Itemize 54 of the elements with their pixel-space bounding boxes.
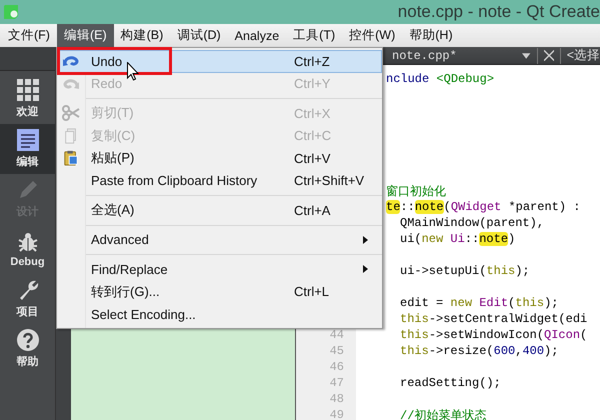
close-icon[interactable] xyxy=(544,50,554,61)
bug-icon xyxy=(16,230,38,252)
submenu-arrow-icon xyxy=(363,265,368,274)
line-number: 45 xyxy=(330,344,344,358)
menu-item[interactable]: Paste from Clipboard History Ctrl+Shift+V xyxy=(57,170,382,192)
code-line: ui(new Ui::note) xyxy=(400,232,516,246)
mode-button[interactable]: 欢迎 xyxy=(0,74,55,124)
code-line: nclude <QDebug> xyxy=(386,72,494,86)
menu-item[interactable]: Select Encoding... xyxy=(57,303,382,326)
line-number: 46 xyxy=(330,360,344,374)
mode-button[interactable]: 项目 xyxy=(0,274,55,324)
menu-item[interactable]: Advanced xyxy=(57,228,382,251)
document-tab[interactable]: note.cpp* xyxy=(392,48,522,62)
symbol-selector[interactable]: <选择 xyxy=(566,47,600,64)
menu-item[interactable]: Find/Replace xyxy=(57,258,382,280)
menu-bar-item[interactable]: 工具(T) xyxy=(286,24,342,47)
code-line: //初始菜单状态 xyxy=(400,408,486,420)
menu-item[interactable]: Undo Ctrl+Z xyxy=(57,50,382,72)
code-line: this->resize(600,400); xyxy=(400,344,558,358)
mouse-cursor-icon xyxy=(127,62,139,81)
mode-button[interactable]: Debug xyxy=(0,224,55,274)
code-line: ui->setupUi(this); xyxy=(400,264,530,278)
menu-bar-item[interactable]: 构建(B) xyxy=(114,24,170,47)
menu-bar-item[interactable]: 调试(D) xyxy=(170,24,228,47)
code-line: QMainWindow(parent), xyxy=(400,216,544,230)
mode-button[interactable]: 编辑 xyxy=(0,124,55,174)
app-logo-icon xyxy=(3,4,19,20)
code-line: te::note(QWidget *parent) : xyxy=(386,200,580,214)
code-line: readSetting(); xyxy=(400,376,501,390)
line-number: 49 xyxy=(330,408,344,420)
code-line: this->setWindowIcon(QIcon( xyxy=(400,328,588,342)
paste-icon xyxy=(62,150,80,166)
menu-bar-item[interactable]: Analyze xyxy=(228,24,286,47)
grid-icon xyxy=(16,79,38,101)
menu-bar-item[interactable]: 控件(W) xyxy=(342,24,402,47)
help-icon xyxy=(16,329,38,351)
window-title: note.cpp - note - Qt Create xyxy=(398,2,600,22)
scissors-icon xyxy=(62,105,80,122)
document-icon xyxy=(16,129,38,151)
line-number: 47 xyxy=(330,376,344,390)
code-line: 窗口初始化 xyxy=(386,184,446,200)
line-number: 44 xyxy=(330,328,344,342)
submenu-arrow-icon xyxy=(363,236,368,244)
code-line: edit = new Edit(this); xyxy=(400,296,558,310)
menu-item[interactable]: 全选(A) Ctrl+A xyxy=(57,199,382,222)
menu-bar-item[interactable]: 帮助(H) xyxy=(402,24,460,47)
dropdown-arrow-icon[interactable] xyxy=(522,52,531,58)
line-number: 48 xyxy=(330,392,344,406)
mode-button[interactable]: 帮助 xyxy=(0,324,55,374)
menu-item[interactable]: 粘贴(P) Ctrl+V xyxy=(57,147,382,170)
menu-bar-item[interactable]: 文件(F) xyxy=(1,24,57,47)
menu-bar-item[interactable]: 编辑(E) xyxy=(56,24,114,47)
menu-item[interactable]: 转到行(G)... Ctrl+L xyxy=(57,280,382,303)
code-line: this->setCentralWidget(edi xyxy=(400,312,588,326)
